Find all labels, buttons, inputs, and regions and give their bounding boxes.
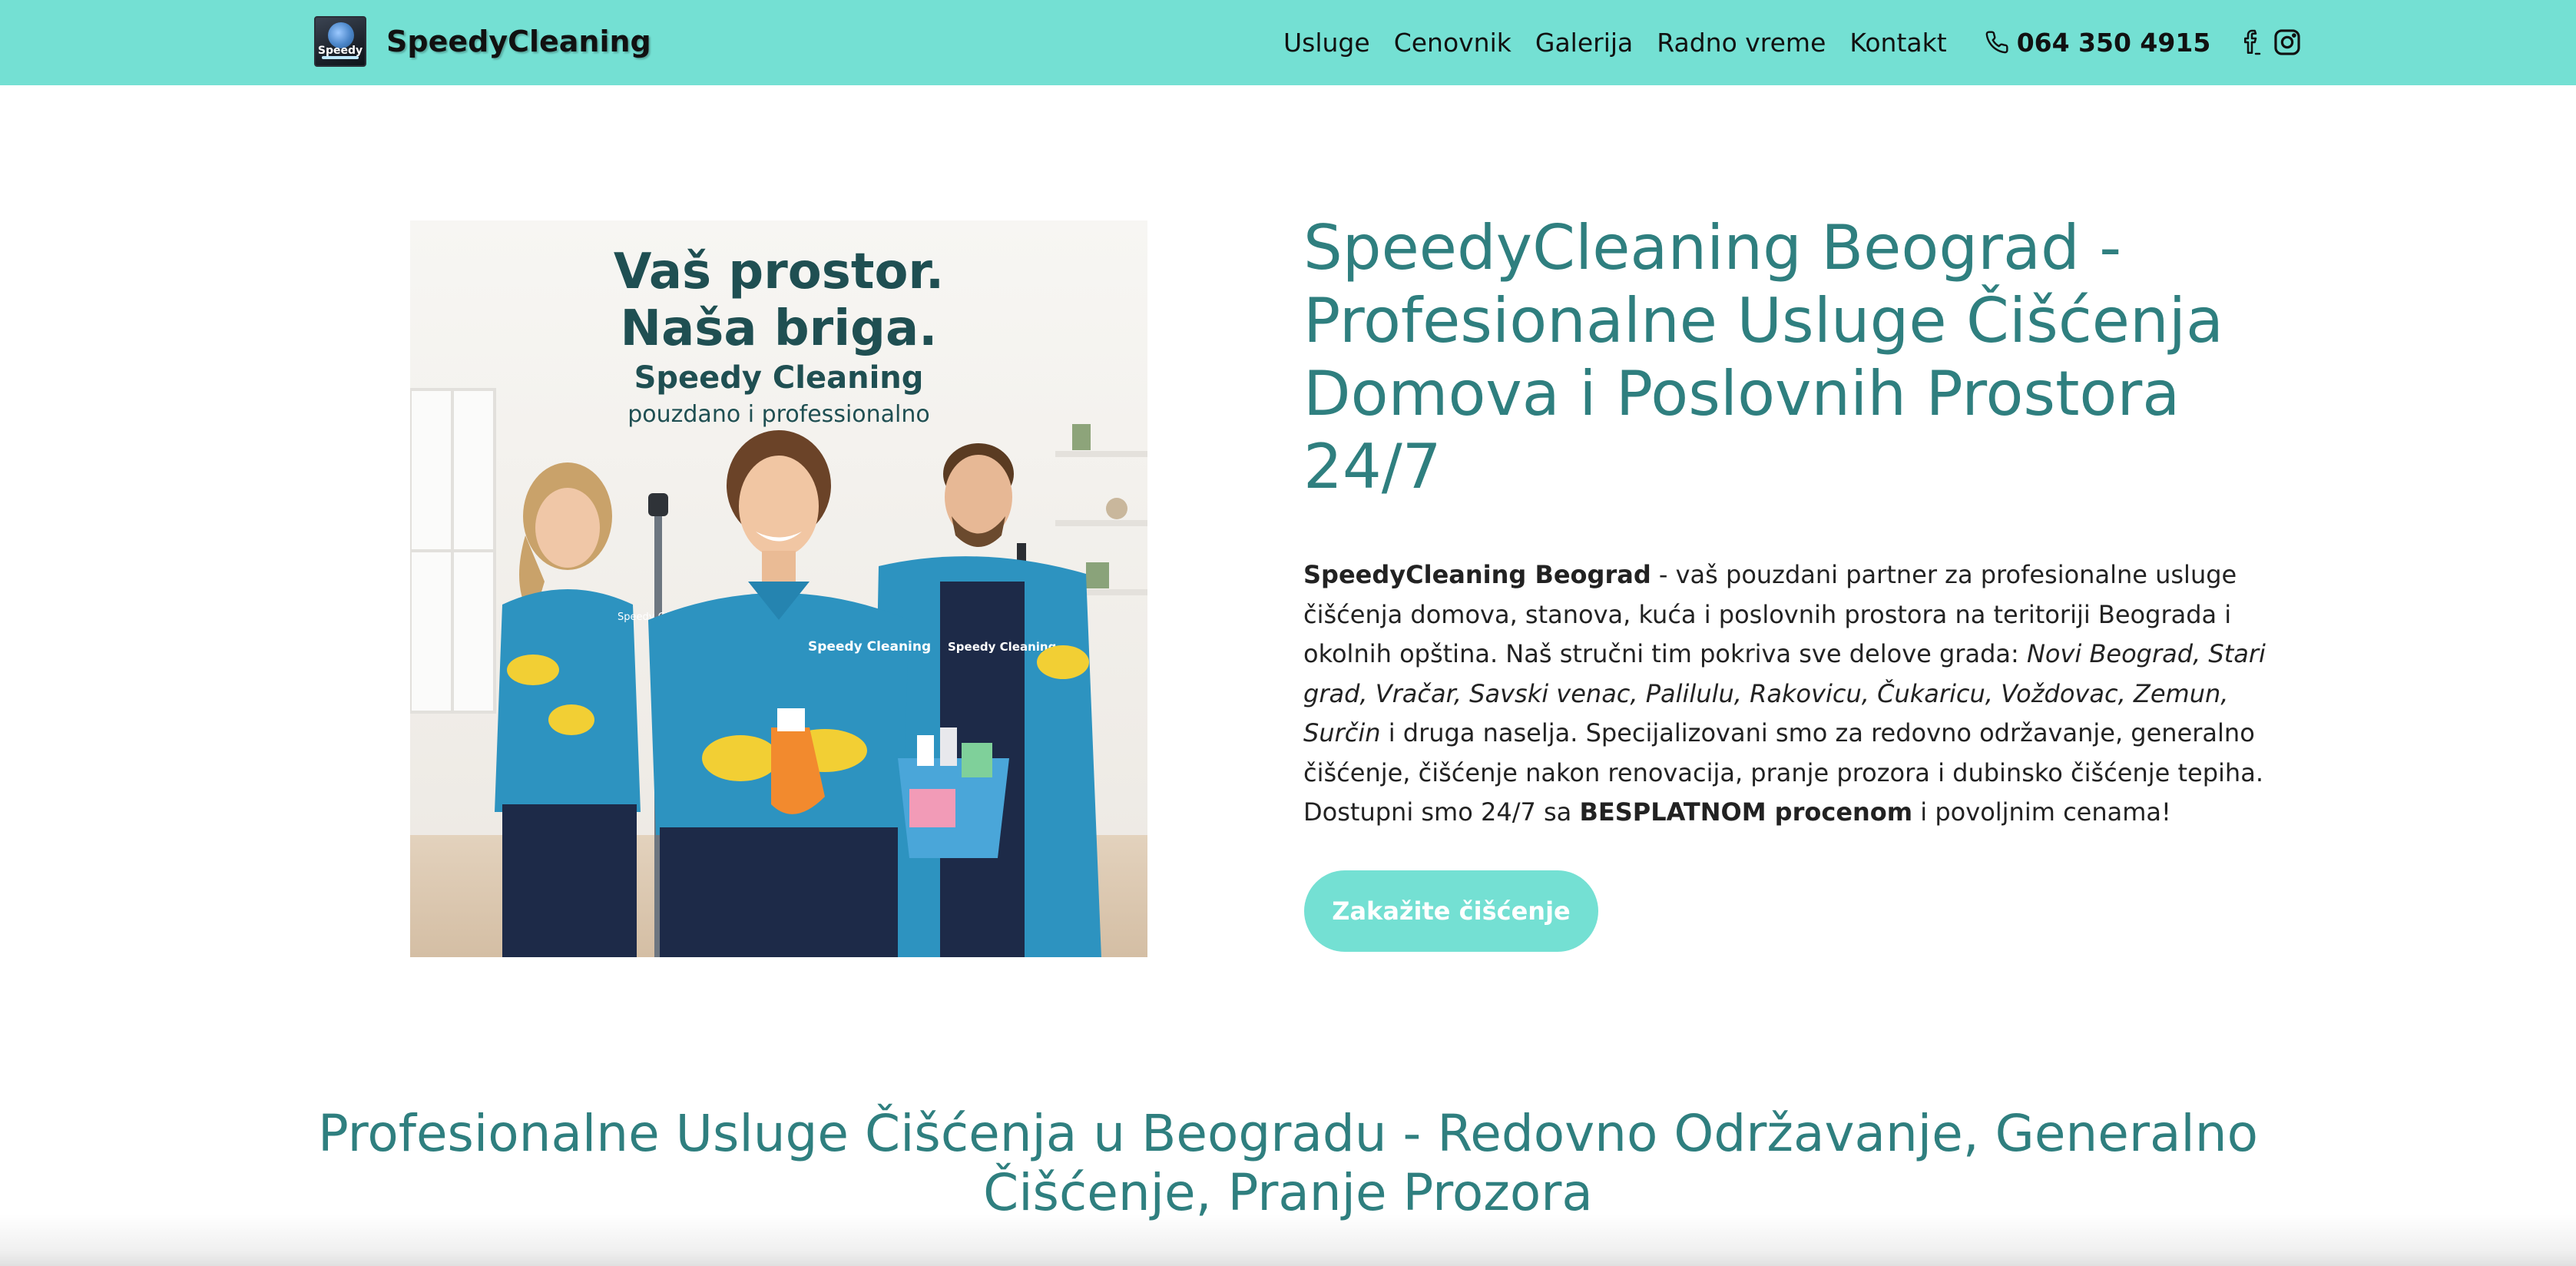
facebook-icon	[2244, 29, 2261, 55]
poster-brand: Speedy Cleaning	[634, 360, 924, 396]
poster-shirt-text-right: Speedy Cleaning	[948, 640, 1056, 654]
poster-headline-1: Vaš prostor.	[614, 244, 944, 300]
site-header: Speedy SpeedyCleaning Usluge Cenovnik Ga…	[0, 0, 2576, 85]
hero-title: SpeedyCleaning Beograd - Profesionalne U…	[1303, 212, 2223, 502]
main-nav: Usluge Cenovnik Galerija Radno vreme Kon…	[1283, 23, 2307, 61]
phone-number: 064 350 4915	[2016, 27, 2211, 58]
nav-link-radno-vreme[interactable]: Radno vreme	[1657, 28, 1826, 58]
hero-brand-bold: SpeedyCleaning Beograd	[1303, 560, 1651, 589]
schedule-cleaning-button[interactable]: Zakažite čišćenje	[1304, 870, 1598, 952]
services-heading: Profesionalne Usluge Čišćenja u Beogradu…	[318, 1104, 2258, 1222]
instagram-icon	[2274, 29, 2300, 55]
nav-link-usluge[interactable]: Usluge	[1283, 28, 1370, 58]
poster-shirt-text-center: Speedy Cleaning	[808, 639, 931, 655]
logo-image: Speedy	[314, 16, 366, 67]
nav-link-kontakt[interactable]: Kontakt	[1849, 28, 1946, 58]
hero-description: SpeedyCleaning Beograd - vaš pouzdani pa…	[1303, 555, 2271, 833]
nav-link-cenovnik[interactable]: Cenovnik	[1394, 28, 1511, 58]
phone-link[interactable]: 064 350 4915	[1985, 27, 2211, 58]
social-links	[2237, 27, 2307, 58]
hero-text-part-3: i povoljnim cenama!	[1912, 797, 2171, 827]
hero-estimate-bold: BESPLATNOM procenom	[1579, 797, 1913, 827]
hero-image: Vaš prostor. Naša briga. Speedy Cleaning…	[410, 220, 1147, 957]
poster-headline-2: Naša briga.	[621, 300, 938, 357]
phone-icon	[1985, 31, 2008, 54]
poster-tagline: pouzdano i professionalno	[627, 401, 930, 428]
brand-logo-link[interactable]: Speedy SpeedyCleaning	[314, 16, 651, 67]
facebook-link[interactable]	[2237, 27, 2267, 58]
brand-name: SpeedyCleaning	[386, 25, 651, 58]
nav-link-galerija[interactable]: Galerija	[1535, 28, 1633, 58]
instagram-link[interactable]	[2272, 27, 2303, 58]
